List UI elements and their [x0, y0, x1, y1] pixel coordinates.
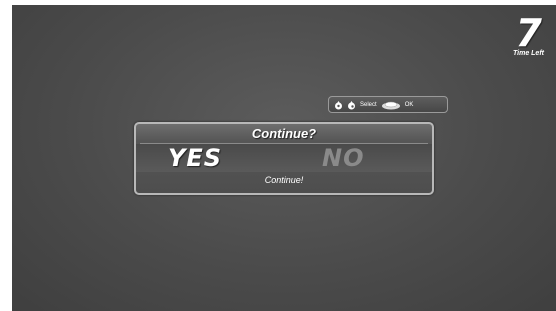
select-label: Select	[360, 101, 377, 108]
option-row: YES NO	[136, 144, 432, 172]
control-stick-right-icon	[347, 100, 356, 110]
game-screen: 7 Time Left Select OK Continue? YES NO C…	[12, 5, 556, 311]
continue-dialog: Continue? YES NO Continue!	[134, 122, 434, 195]
ok-label: OK	[404, 101, 414, 108]
timer-label: Time Left	[513, 50, 544, 57]
yes-option[interactable]: YES	[168, 144, 222, 172]
no-option[interactable]: NO	[322, 144, 365, 172]
controls-hint: Select OK	[328, 96, 448, 113]
control-stick-left-icon	[334, 100, 343, 110]
timer-value: 7	[515, 11, 542, 55]
countdown-timer: 7 Time Left	[513, 11, 544, 57]
option-description: Continue!	[264, 175, 304, 185]
remote-button-icon	[381, 100, 401, 110]
dialog-title: Continue?	[251, 126, 317, 141]
